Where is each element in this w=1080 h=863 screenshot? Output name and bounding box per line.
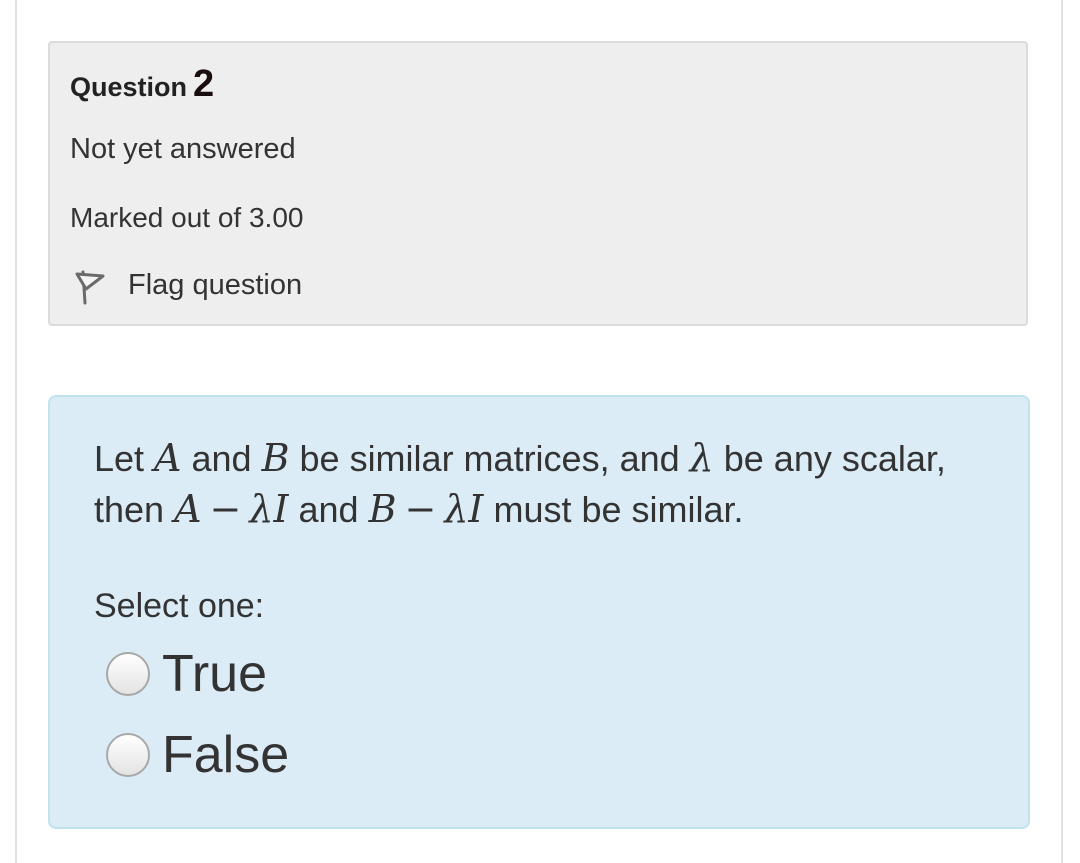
question-text-part: Let: [94, 438, 155, 479]
page-border-left: [15, 0, 17, 863]
question-grade: Marked out of 3.00: [70, 202, 304, 233]
question-info-panel: Question 2 Not yet answered Marked out of…: [48, 41, 1028, 326]
math-symbol-b: B: [368, 487, 397, 531]
radio-button-true[interactable]: [106, 652, 150, 696]
answer-option-false[interactable]: False: [106, 726, 290, 784]
math-lambda-i: λI: [444, 487, 484, 531]
answer-option-true[interactable]: True: [106, 645, 267, 703]
math-symbol-b: B: [261, 436, 290, 480]
select-one-prompt: Select one:: [94, 587, 265, 625]
math-symbol-a: A: [174, 487, 202, 531]
radio-button-false[interactable]: [106, 733, 150, 777]
math-symbol-lambda: λ: [689, 436, 714, 480]
question-text-part: must be similar.: [483, 489, 744, 530]
math-lambda-i: λI: [249, 487, 289, 531]
flag-icon: [72, 265, 108, 305]
math-minus: −: [209, 487, 242, 531]
question-title: Question 2: [70, 65, 214, 103]
math-minus: −: [404, 487, 437, 531]
answer-label-true: True: [162, 645, 267, 703]
question-text-part: be similar matrices, and: [289, 438, 690, 479]
question-text-part: and: [181, 438, 262, 479]
question-number: 2: [193, 63, 215, 105]
flag-question-button[interactable]: Flag question: [72, 265, 302, 305]
flag-question-label: Flag question: [128, 268, 303, 301]
question-state: Not yet answered: [70, 133, 296, 165]
question-content-panel: Let A and B be similar matrices, and λ b…: [48, 395, 1030, 829]
page-border-right: [1061, 0, 1063, 863]
answer-label-false: False: [162, 726, 290, 784]
question-label: Question: [70, 72, 188, 102]
question-text-part: and: [288, 489, 369, 530]
question-text: Let A and B be similar matrices, and λ b…: [94, 433, 974, 535]
math-symbol-a: A: [154, 436, 182, 480]
